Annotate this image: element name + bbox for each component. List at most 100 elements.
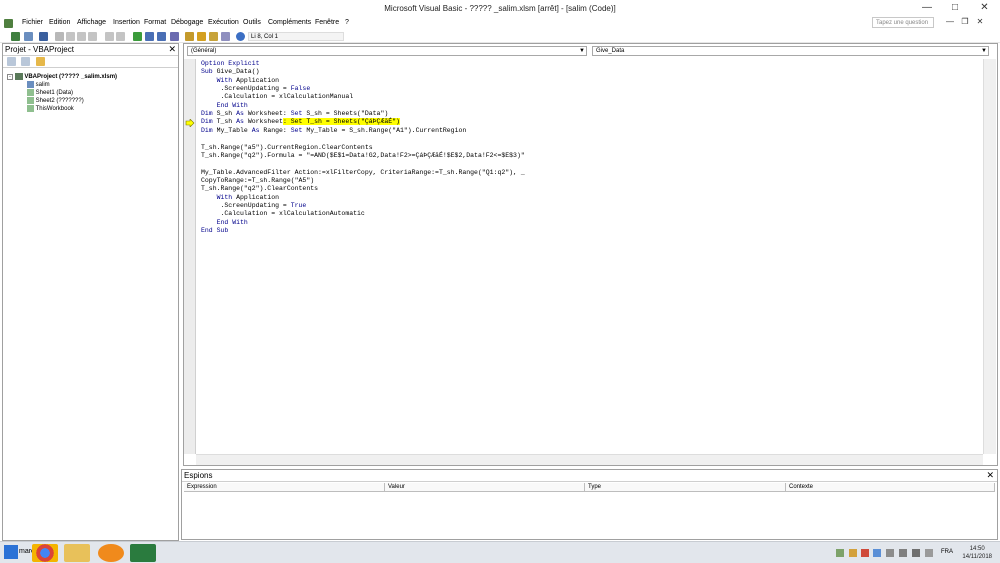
project-close-button[interactable]: ✕ — [168, 44, 176, 55]
tree-item-sheet1[interactable]: Sheet1 (Data) — [27, 89, 73, 96]
menu-edition[interactable]: Edition — [49, 19, 70, 26]
object-browser-icon[interactable] — [209, 32, 218, 41]
menu-help[interactable]: ? — [345, 19, 349, 26]
tree-root[interactable]: - VBAProject (????? _salim.xlsm) — [7, 73, 117, 80]
code-line[interactable]: T_sh.Range("a5").CurrentRegion.ClearCont… — [201, 144, 373, 152]
design-mode-icon[interactable] — [170, 32, 179, 41]
code-line[interactable]: With Application — [201, 194, 279, 202]
paste-icon[interactable] — [77, 32, 86, 41]
code-line[interactable]: .ScreenUpdating = True — [201, 202, 307, 210]
excel-icon[interactable] — [130, 544, 156, 562]
tray-icon-1[interactable] — [836, 549, 844, 557]
menu-fenetre[interactable]: Fenêtre — [315, 19, 339, 26]
code-line[interactable]: End With — [201, 219, 248, 227]
menu-fichier[interactable]: Fichier — [22, 19, 43, 26]
menu-outils[interactable]: Outils — [243, 19, 261, 26]
collapse-icon[interactable]: - — [7, 73, 13, 80]
menu-execution[interactable]: Exécution — [208, 19, 239, 26]
code-editor[interactable]: Option Explicit Sub Give_Data() With Appl… — [201, 60, 983, 452]
watch-close-button[interactable]: ✕ — [986, 470, 994, 481]
mdi-restore-button[interactable]: ❐ — [959, 17, 971, 26]
app-orange-icon[interactable] — [98, 544, 124, 562]
code-line[interactable]: T_sh.Range("q2").Formula = "=AND($E$1=Da… — [201, 152, 525, 160]
notification-icon[interactable] — [925, 549, 933, 557]
network-icon[interactable] — [886, 549, 894, 557]
code-line[interactable]: Dim T_sh As Worksheet: Set T_sh = Sheets… — [201, 118, 400, 126]
code-line[interactable]: End With — [201, 102, 248, 110]
col-type[interactable]: Type — [585, 483, 786, 492]
undo-icon[interactable] — [105, 32, 114, 41]
execution-arrow-icon — [185, 119, 195, 127]
battery-icon[interactable] — [899, 549, 907, 557]
chevron-down-icon[interactable]: ▼ — [981, 47, 987, 56]
ask-question-input[interactable]: Tapez une question — [872, 17, 934, 28]
code-line[interactable]: .ScreenUpdating = False — [201, 85, 311, 93]
code-line[interactable]: My_Table.AdvancedFilter Action:=xlFilter… — [201, 169, 525, 177]
volume-icon[interactable] — [912, 549, 920, 557]
save-icon[interactable] — [39, 32, 48, 41]
insert-module-icon[interactable] — [24, 32, 33, 41]
tree-item-thisworkbook[interactable]: ThisWorkbook — [27, 105, 74, 112]
project-root-label: VBAProject (????? _salim.xlsm) — [24, 74, 118, 81]
language-indicator[interactable]: FRA — [941, 549, 953, 555]
minimize-button[interactable]: — — [913, 0, 941, 16]
mdi-close-button[interactable]: ✕ — [974, 17, 986, 26]
toggle-folders-icon[interactable] — [36, 57, 45, 66]
help-icon[interactable] — [236, 32, 245, 41]
toolbox-icon[interactable] — [221, 32, 230, 41]
sheet-icon — [27, 97, 34, 104]
menu-complements[interactable]: Compléments — [268, 19, 311, 26]
view-object-icon[interactable] — [21, 57, 30, 66]
watch-window: Espions ✕ Expression Valeur Type Context… — [181, 469, 998, 540]
tree-item-label: Sheet2 (???????) — [35, 98, 84, 105]
redo-icon[interactable] — [116, 32, 125, 41]
find-icon[interactable] — [88, 32, 97, 41]
window-title: Microsoft Visual Basic - ????? _salim.xl… — [384, 4, 616, 13]
menu-insertion[interactable]: Insertion — [113, 19, 140, 26]
project-explorer-header: Projet - VBAProject ✕ — [3, 44, 178, 56]
clock[interactable]: 14:50 14/11/2018 — [962, 545, 992, 561]
tray-icon-3[interactable] — [861, 549, 869, 557]
code-line[interactable]: End Sub — [201, 227, 228, 235]
properties-icon[interactable] — [197, 32, 206, 41]
vertical-scrollbar[interactable] — [983, 59, 996, 454]
procedure-combo[interactable]: Give_Data ▼ — [592, 46, 989, 56]
code-line[interactable]: CopyToRange:=T_sh.Range("A5") — [201, 177, 314, 185]
project-explorer-icon[interactable] — [185, 32, 194, 41]
code-line[interactable]: .Calculation = xlCalculationManual — [201, 93, 354, 101]
chrome-icon[interactable] — [32, 544, 58, 562]
run-icon[interactable] — [133, 32, 142, 41]
code-line[interactable]: Sub Give_Data() — [201, 68, 260, 76]
menu-affichage[interactable]: Affichage — [77, 19, 106, 26]
object-combo[interactable]: (Général) ▼ — [187, 46, 587, 56]
maximize-button[interactable]: □ — [941, 0, 969, 16]
mdi-minimize-button[interactable]: — — [944, 17, 956, 26]
col-contexte[interactable]: Contexte — [786, 483, 995, 492]
view-code-icon[interactable] — [7, 57, 16, 66]
tree-item-sheet2[interactable]: Sheet2 (???????) — [27, 97, 84, 104]
tree-item-salim[interactable]: salim — [27, 81, 50, 88]
code-line[interactable]: T_sh.Range("q2").ClearContents — [201, 185, 318, 193]
code-line[interactable]: Option Explicit — [201, 60, 260, 68]
tray-icon-4[interactable] — [873, 549, 881, 557]
title-bar: Microsoft Visual Basic - ????? _salim.xl… — [0, 0, 1000, 17]
view-excel-icon[interactable] — [11, 32, 20, 41]
project-explorer-panel: Projet - VBAProject ✕ - VBAProject (????… — [2, 43, 179, 541]
menu-format[interactable]: Format — [144, 19, 166, 26]
menu-debogage[interactable]: Débogage — [171, 19, 203, 26]
horizontal-scrollbar[interactable] — [196, 454, 983, 465]
file-explorer-icon[interactable] — [64, 544, 90, 562]
col-expression[interactable]: Expression — [184, 483, 385, 492]
tray-icon-2[interactable] — [849, 549, 857, 557]
code-line[interactable]: .Calculation = xlCalculationAutomatic — [201, 210, 365, 218]
col-valeur[interactable]: Valeur — [385, 483, 585, 492]
copy-icon[interactable] — [66, 32, 75, 41]
break-icon[interactable] — [145, 32, 154, 41]
cut-icon[interactable] — [55, 32, 64, 41]
code-line[interactable]: With Application — [201, 77, 279, 85]
chevron-down-icon[interactable]: ▼ — [579, 47, 585, 56]
reset-icon[interactable] — [157, 32, 166, 41]
close-button[interactable]: ✕ — [969, 0, 1000, 16]
windows-start-icon[interactable] — [4, 545, 18, 559]
code-line[interactable]: Dim My_Table As Range: Set My_Table = S_… — [201, 127, 466, 135]
